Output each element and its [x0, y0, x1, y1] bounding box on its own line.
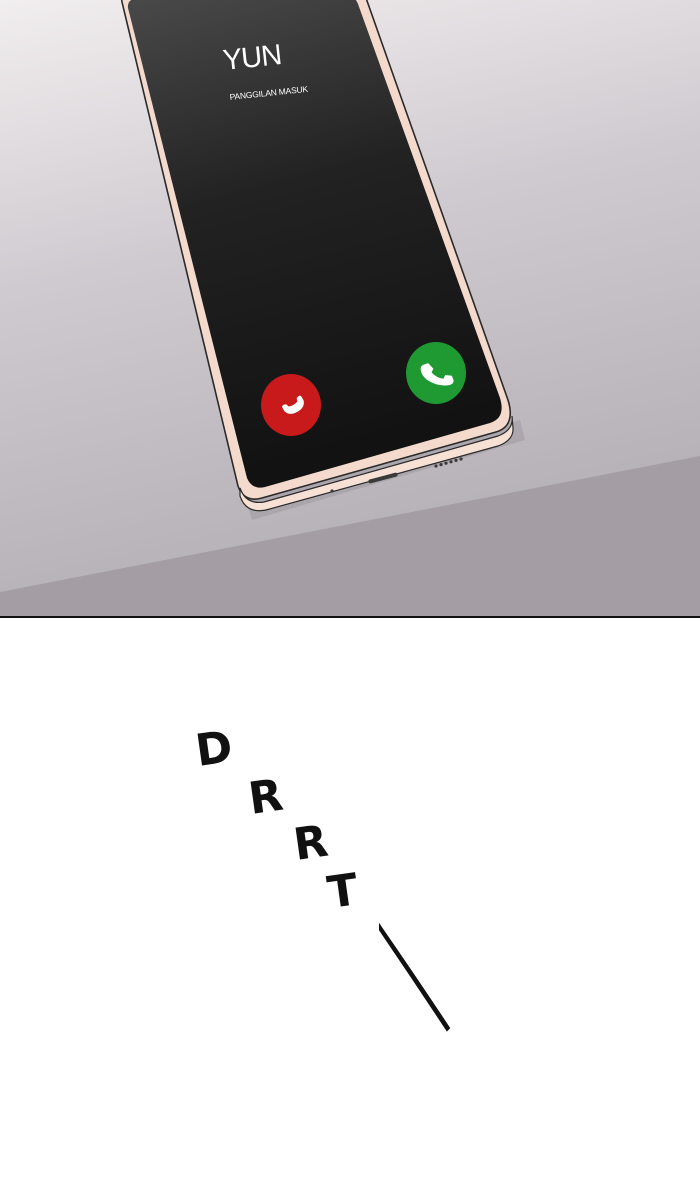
- sfx-letter-r-2: R: [290, 816, 331, 871]
- vibration-sound-effect: D R R T: [192, 721, 451, 1032]
- sfx-letter-t: T: [324, 864, 361, 919]
- sfx-letter-d: D: [192, 721, 235, 777]
- microphone-hole: [330, 489, 334, 493]
- caller-name: YUN: [221, 39, 282, 77]
- sfx-letter-r-1: R: [245, 770, 286, 825]
- phone-panel: YUN PANGGILAN MASUK: [0, 0, 700, 618]
- accept-call-button[interactable]: [406, 342, 466, 404]
- sfx-trailing-stroke: [379, 922, 451, 1032]
- decline-call-button[interactable]: [261, 374, 321, 436]
- phone-scene: YUN PANGGILAN MASUK: [0, 0, 700, 616]
